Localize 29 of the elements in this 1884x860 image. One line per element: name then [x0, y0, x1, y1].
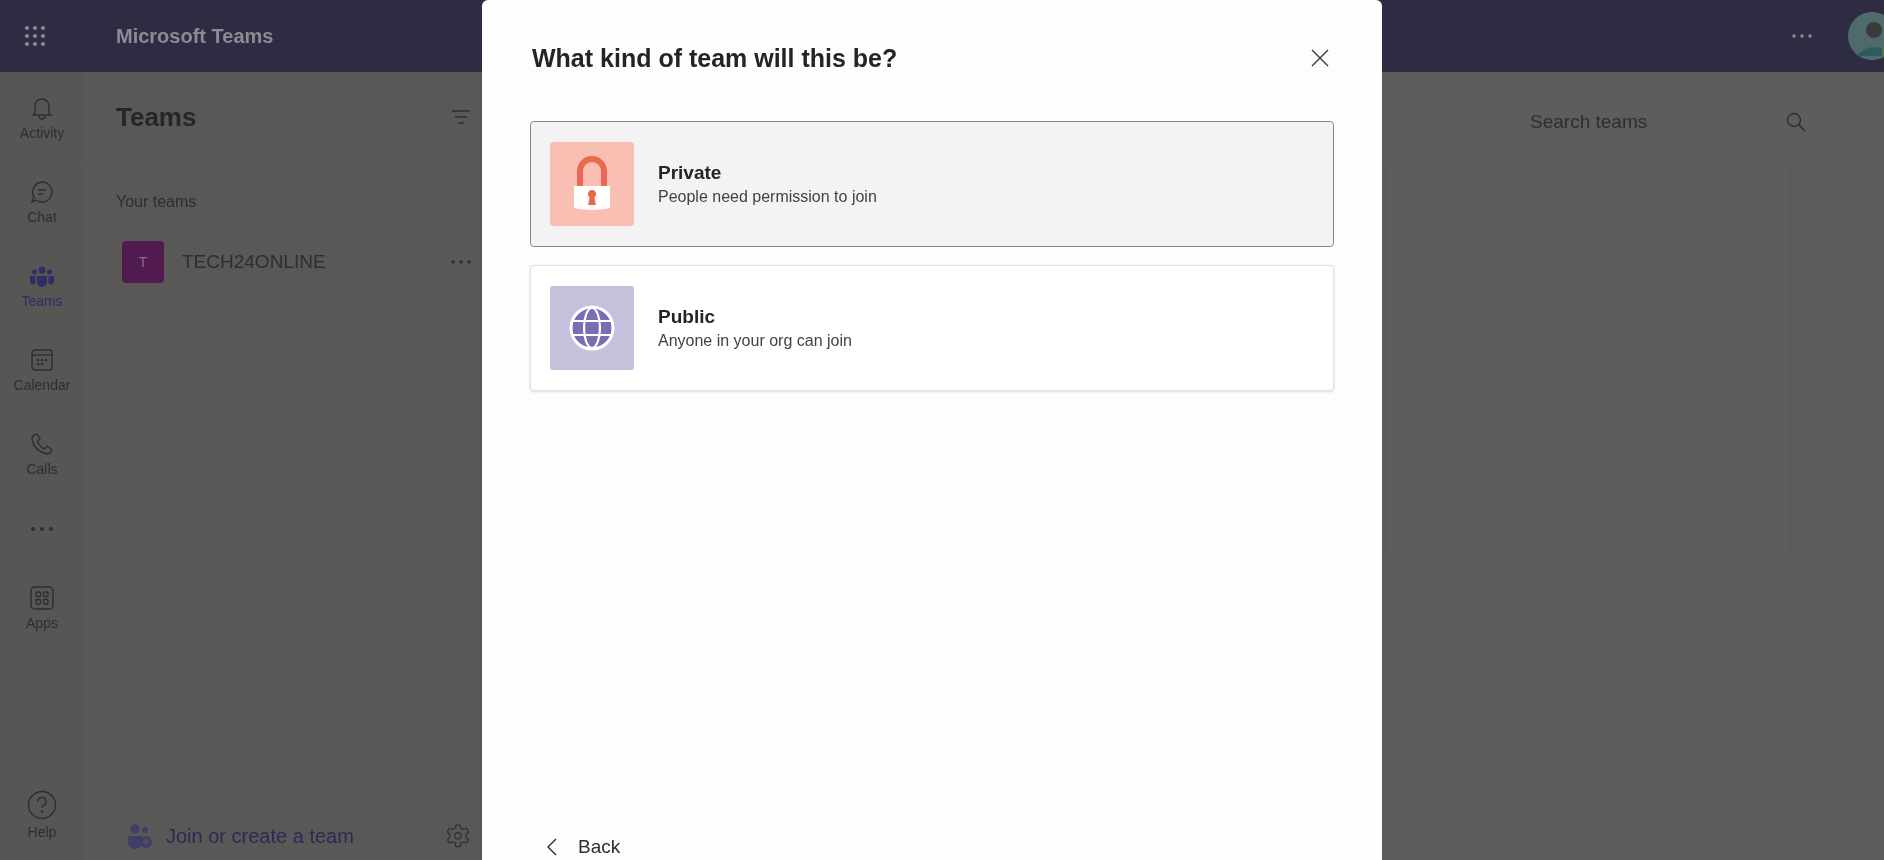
more-icon[interactable]: [30, 526, 54, 532]
app-title: Microsoft Teams: [116, 24, 274, 48]
option-description: People need permission to join: [658, 188, 877, 206]
apps-icon: [29, 585, 55, 611]
back-button[interactable]: Back: [546, 836, 621, 858]
chevron-left-icon: [546, 838, 558, 856]
phone-icon: [29, 431, 55, 457]
help-icon: [27, 790, 57, 820]
dialog-title: What kind of team will this be?: [532, 44, 898, 73]
option-description: Anyone in your org can join: [658, 332, 852, 350]
add-people-icon[interactable]: [126, 822, 154, 850]
avatar[interactable]: [1848, 12, 1884, 60]
filter-icon[interactable]: [451, 109, 471, 125]
option-title: Private: [658, 162, 723, 184]
chat-icon: [29, 179, 55, 205]
more-icon[interactable]: [451, 260, 471, 264]
lock-icon: [550, 142, 634, 226]
close-icon[interactable]: [1310, 48, 1330, 68]
bell-icon: [29, 95, 55, 121]
settings-icon[interactable]: [445, 823, 471, 849]
option-title: Public: [658, 306, 716, 328]
app-launcher-icon[interactable]: [24, 25, 46, 47]
team-type-option[interactable]: Private People need permission to join: [530, 121, 1334, 247]
globe-icon: [550, 286, 634, 370]
calendar-icon: [29, 347, 55, 373]
more-icon[interactable]: [1792, 34, 1812, 38]
team-avatar: T: [122, 241, 164, 283]
search-icon[interactable]: [1786, 112, 1806, 132]
team-type-option[interactable]: Public Anyone in your org can join: [530, 265, 1334, 391]
